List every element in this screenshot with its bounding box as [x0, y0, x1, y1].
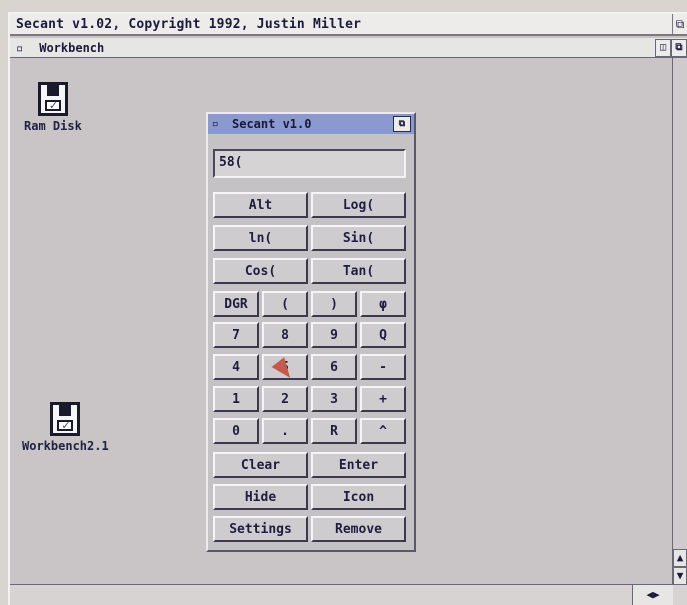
- digit-4-button[interactable]: 4: [213, 354, 259, 380]
- screen-title: Secant v1.02, Copyright 1992, Justin Mil…: [16, 17, 362, 32]
- screen-title-bar: Secant v1.02, Copyright 1992, Justin Mil…: [10, 14, 687, 36]
- digit-2-button[interactable]: 2: [262, 386, 308, 412]
- depth-icon[interactable]: ⧉: [393, 116, 411, 132]
- calculator-title: Secant v1.0: [232, 117, 312, 131]
- close-paren-button[interactable]: ): [311, 291, 357, 317]
- power-button[interactable]: φ: [360, 291, 406, 317]
- zoom-icon[interactable]: ◫: [655, 39, 671, 57]
- decimal-button[interactable]: .: [262, 418, 308, 444]
- screen-depth-icon[interactable]: ⧉: [672, 14, 687, 34]
- workbench-disk-icon[interactable]: ✓ Workbench2.1: [22, 402, 109, 453]
- sin-button[interactable]: Sin(: [311, 225, 406, 251]
- open-paren-button[interactable]: (: [262, 291, 308, 317]
- recall-button[interactable]: R: [311, 418, 357, 444]
- degree-button[interactable]: DGR: [213, 291, 259, 317]
- scroll-left-right-icon[interactable]: ◀▶: [632, 585, 673, 605]
- floppy-disk-icon: ✓: [37, 82, 68, 116]
- digit-8-button[interactable]: 8: [262, 322, 308, 348]
- workbench-title-bar[interactable]: ▫ Workbench ◫ ⧉: [10, 38, 687, 58]
- calculator-display: 58(: [213, 149, 406, 178]
- remove-button[interactable]: Remove: [311, 516, 406, 542]
- plus-button[interactable]: +: [360, 386, 406, 412]
- tan-button[interactable]: Tan(: [311, 258, 406, 284]
- settings-button[interactable]: Settings: [213, 516, 308, 542]
- horizontal-scrollbar[interactable]: ◀▶: [10, 584, 687, 605]
- digit-3-button[interactable]: 3: [311, 386, 357, 412]
- enter-button[interactable]: Enter: [311, 452, 406, 478]
- log-button[interactable]: Log(: [311, 192, 406, 218]
- ram-disk-icon[interactable]: ✓ Ram Disk: [24, 82, 82, 133]
- floppy-disk-icon: ✓: [50, 402, 81, 436]
- caret-button[interactable]: ^: [360, 418, 406, 444]
- calculator-title-bar[interactable]: ▫ Secant v1.0 ⧉: [208, 114, 414, 134]
- cos-button[interactable]: Cos(: [213, 258, 308, 284]
- clear-button[interactable]: Clear: [213, 452, 308, 478]
- scroll-down-icon[interactable]: ▼: [673, 567, 687, 585]
- workbench-title: Workbench: [39, 41, 105, 55]
- divide-button[interactable]: Q: [360, 322, 406, 348]
- digit-1-button[interactable]: 1: [213, 386, 259, 412]
- ram-disk-label: Ram Disk: [24, 119, 82, 133]
- scroll-up-icon[interactable]: ▲: [673, 549, 687, 567]
- workbench-disk-label: Workbench2.1: [22, 439, 109, 453]
- icon-button[interactable]: Icon: [311, 484, 406, 510]
- calculator-window: ▫ Secant v1.0 ⧉ 58( Alt Log( ln( Sin( Co…: [206, 112, 416, 552]
- digit-9-button[interactable]: 9: [311, 322, 357, 348]
- digit-7-button[interactable]: 7: [213, 322, 259, 348]
- ln-button[interactable]: ln(: [213, 225, 308, 251]
- digit-6-button[interactable]: 6: [311, 354, 357, 380]
- close-icon[interactable]: ▫: [16, 38, 26, 58]
- hide-button[interactable]: Hide: [213, 484, 308, 510]
- alt-button[interactable]: Alt: [213, 192, 308, 218]
- digit-0-button[interactable]: 0: [213, 418, 259, 444]
- close-icon[interactable]: ▫: [212, 114, 219, 134]
- depth-icon[interactable]: ⧉: [671, 39, 687, 57]
- vertical-scrollbar[interactable]: ▲ ▼: [672, 58, 687, 585]
- minus-button[interactable]: -: [360, 354, 406, 380]
